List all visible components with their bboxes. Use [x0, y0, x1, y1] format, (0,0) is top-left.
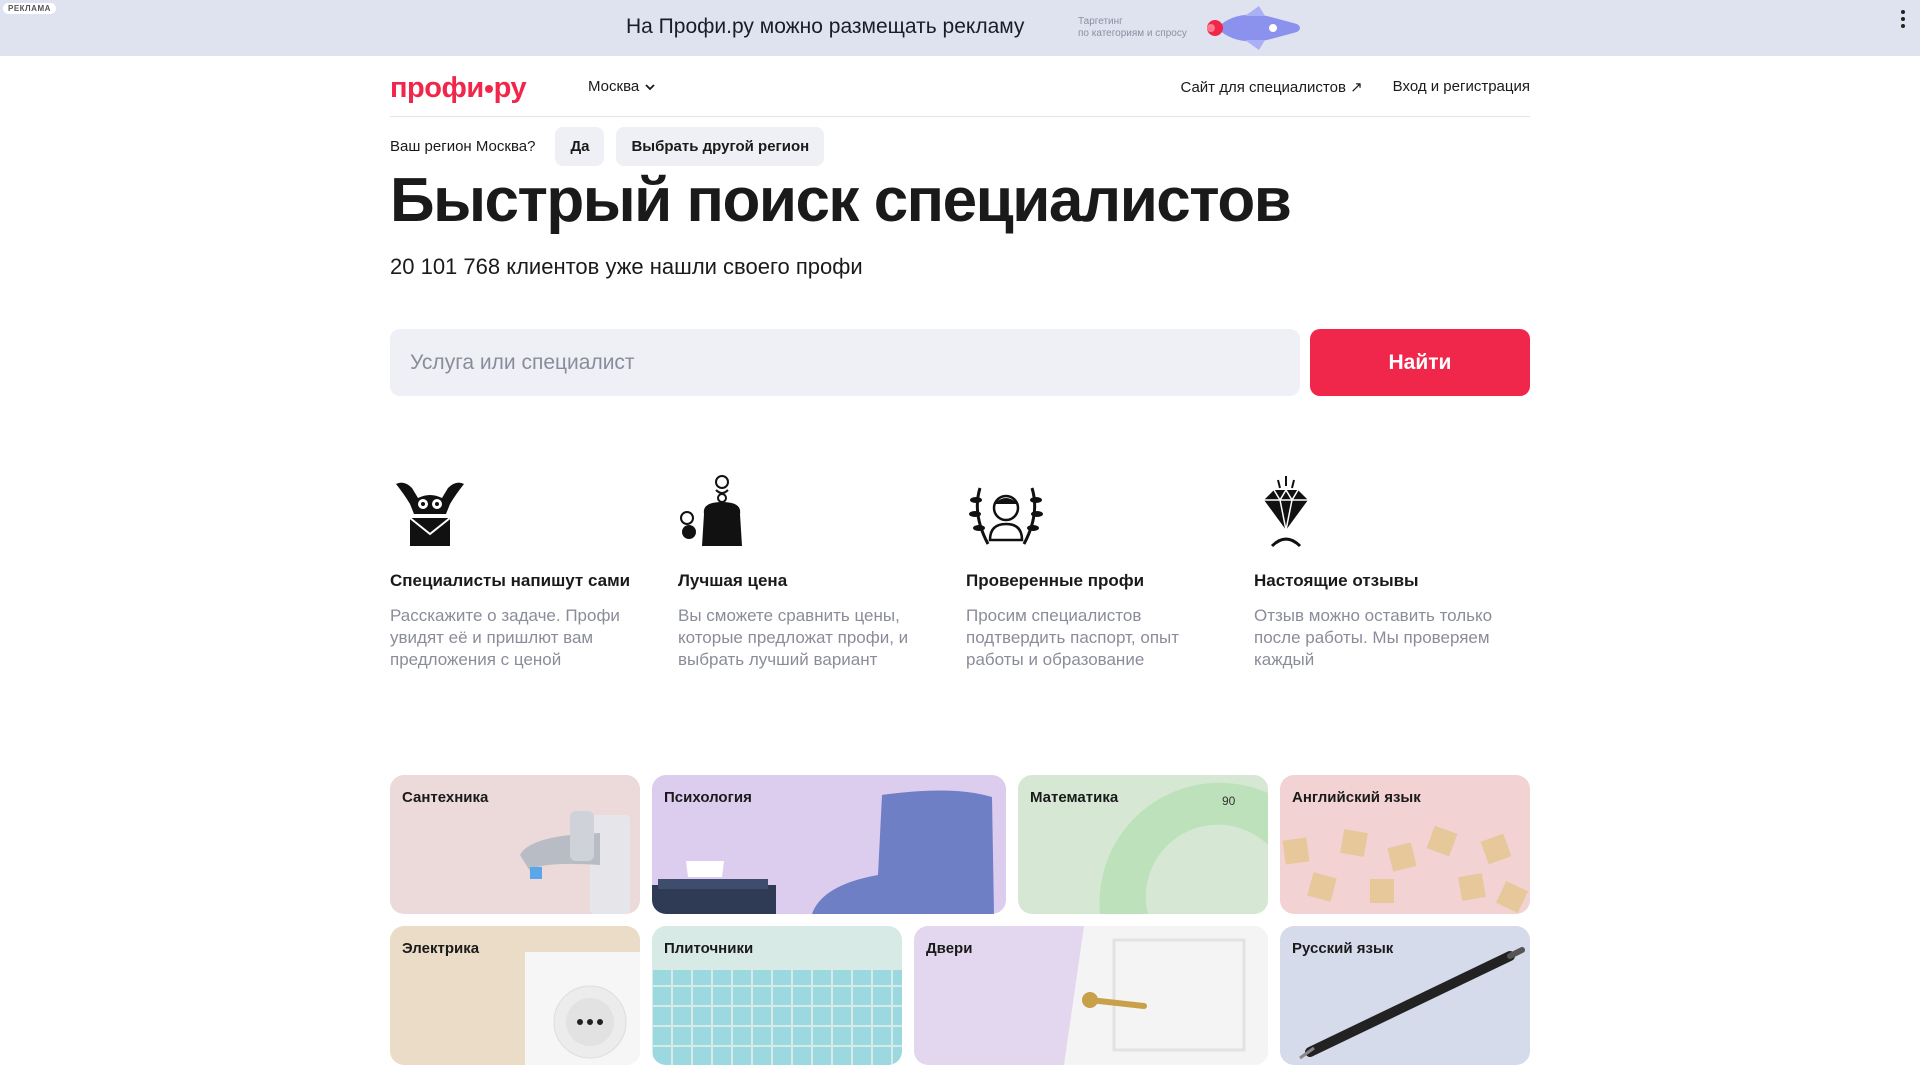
feature-item: Лучшая цена Вы сможете сравнить цены, ко…: [678, 474, 928, 671]
rocket-icon: [1207, 6, 1300, 50]
region-question: Ваш регион Москва?: [390, 137, 536, 155]
feature-title: Специалисты напишут сами: [390, 571, 631, 590]
category-electrics[interactable]: Электрика: [390, 926, 640, 1065]
categories-grid: Сантехника Психология Математика 90 Англ…: [390, 775, 1530, 1065]
search-input[interactable]: [390, 329, 1300, 396]
search-button[interactable]: Найти: [1310, 329, 1530, 396]
search-bar: Найти: [390, 329, 1530, 396]
feature-text: Просим специалистов подтвердить паспорт,…: [966, 606, 1180, 669]
login-link[interactable]: Вход и регистрация: [1393, 78, 1530, 96]
page-title: Быстрый поиск специалистов: [390, 166, 1292, 235]
feature-text: Расскажите о задаче. Профи увидят её и п…: [390, 606, 620, 669]
category-russian[interactable]: Русский язык: [1280, 926, 1530, 1065]
category-math[interactable]: Математика 90: [1018, 775, 1268, 914]
ad-text[interactable]: На Профи.ру можно размещать рекламу: [626, 15, 1024, 39]
feature-text: Вы сможете сравнить цены, которые предло…: [678, 606, 909, 669]
category-label: Английский язык: [1292, 789, 1421, 806]
region-prompt: Ваш регион Москва? Да Выбрать другой рег…: [390, 126, 1530, 166]
svg-text:90: 90: [1222, 794, 1236, 808]
clients-counter: 20 101 768 клиентов уже нашли своего про…: [390, 254, 863, 279]
feature-item: Специалисты напишут сами Расскажите о за…: [390, 474, 640, 671]
category-doors[interactable]: Двери: [914, 926, 1268, 1065]
feature-item: Проверенные профи Просим специалистов по…: [966, 474, 1216, 671]
logo[interactable]: профи ру: [390, 72, 527, 105]
for-specialists-link[interactable]: Сайт для специалистов ↗: [1180, 78, 1362, 96]
wallet-coins-icon: [680, 475, 742, 546]
owl-envelope-icon: [396, 482, 464, 546]
category-tilers[interactable]: Плиточники: [652, 926, 902, 1065]
category-label: Двери: [926, 940, 973, 957]
feature-text: Отзыв можно оставить только после работы…: [1254, 606, 1493, 669]
city-label: Москва: [588, 78, 640, 95]
feature-item: Настоящие отзывы Отзыв можно оставить то…: [1254, 474, 1504, 671]
laurel-portrait-icon: [969, 487, 1043, 545]
ad-label: РЕКЛАМА: [3, 3, 56, 14]
ad-menu-icon[interactable]: [1900, 10, 1906, 30]
chevron-down-icon: [645, 83, 655, 90]
region-other-button[interactable]: Выбрать другой регион: [616, 126, 825, 166]
feature-title: Настоящие отзывы: [1254, 571, 1419, 590]
category-english[interactable]: Английский язык: [1280, 775, 1530, 914]
category-label: Сантехника: [402, 789, 489, 806]
city-selector[interactable]: Москва: [588, 78, 655, 95]
diamond-icon: [1264, 476, 1308, 548]
features: Специалисты напишут сами Расскажите о за…: [390, 474, 1530, 674]
header-nav: Сайт для специалистов ↗ Вход и регистрац…: [1180, 78, 1530, 96]
feature-title: Проверенные профи: [966, 571, 1145, 590]
category-label: Плиточники: [664, 940, 754, 957]
ad-banner[interactable]: РЕКЛАМА На Профи.ру можно размещать рекл…: [0, 0, 1920, 56]
category-label: Математика: [1030, 789, 1119, 806]
feature-title: Лучшая цена: [678, 571, 788, 590]
ad-subtext: Таргетинг по категориям и спросу: [1078, 16, 1187, 39]
category-label: Электрика: [402, 940, 480, 957]
header: профи ру Москва Сайт для специалистов ↗ В…: [390, 56, 1530, 117]
category-label: Русский язык: [1292, 940, 1394, 957]
region-yes-button[interactable]: Да: [555, 126, 605, 166]
category-psychology[interactable]: Психология: [652, 775, 1006, 914]
category-plumbing[interactable]: Сантехника: [390, 775, 640, 914]
category-label: Психология: [664, 789, 752, 806]
